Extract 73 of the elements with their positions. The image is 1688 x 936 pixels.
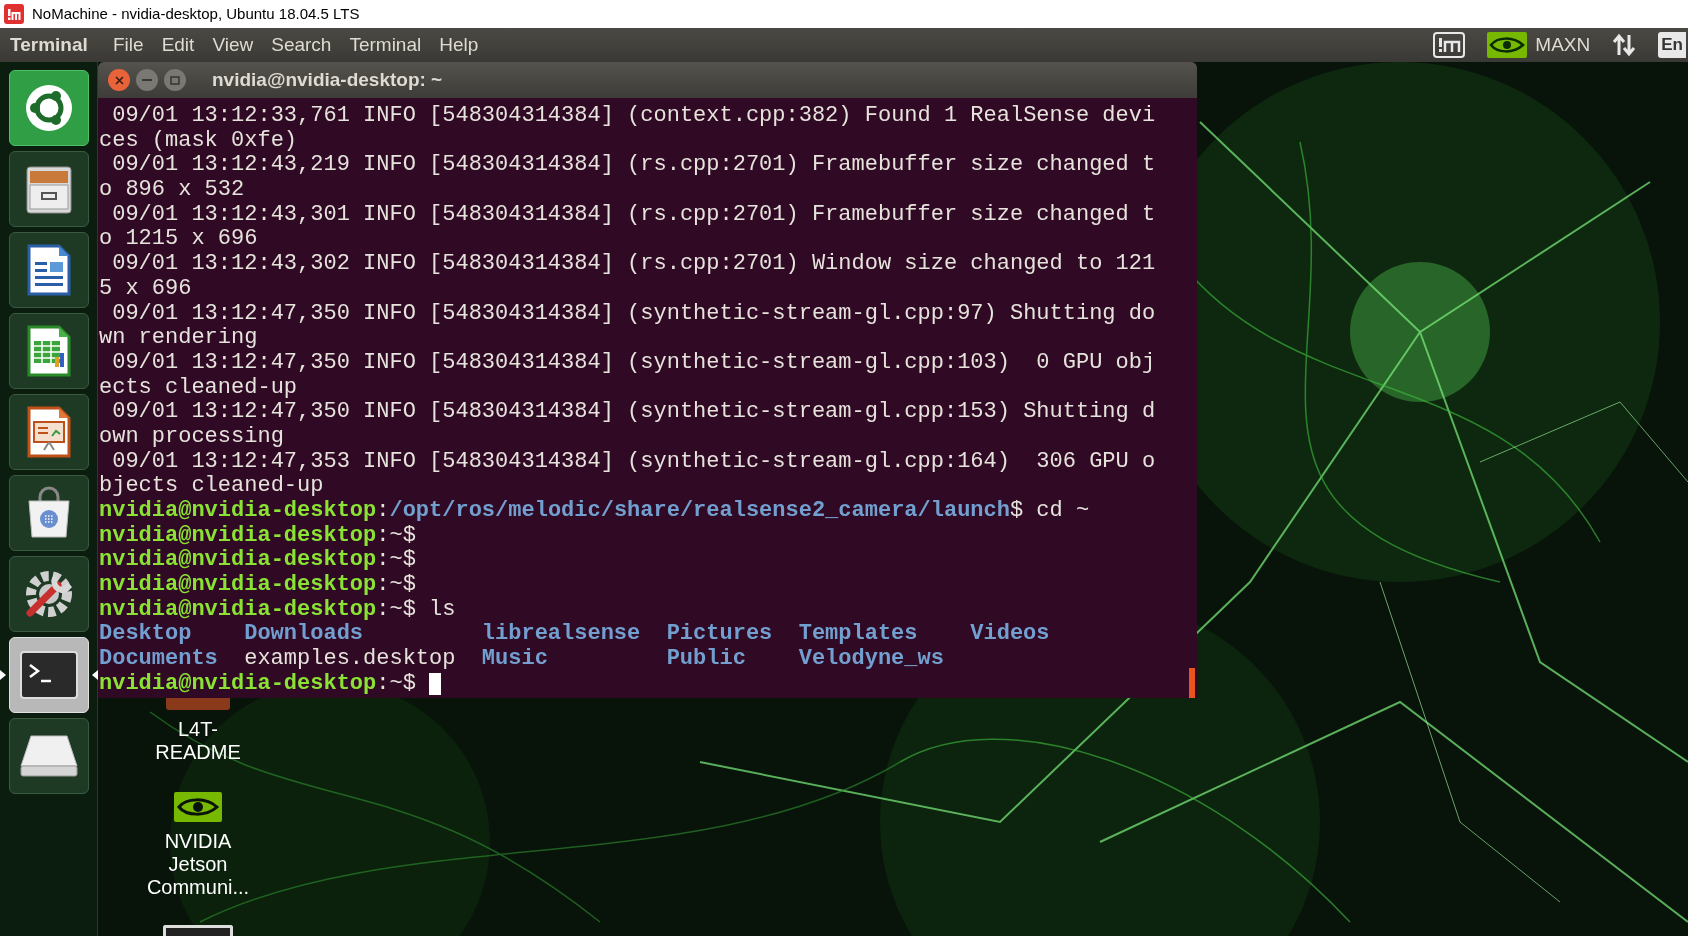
menu-item[interactable]: File	[104, 30, 153, 60]
menu-item[interactable]: Search	[262, 30, 341, 60]
window-title: NoMachine - nvidia-desktop, Ubuntu 18.04.5 LTS	[32, 3, 360, 24]
terminal-line: ects cleaned-up	[99, 375, 299, 401]
desktop-icon-label[interactable]: L4T-README	[143, 718, 253, 764]
terminal-line: o 896 x 532	[99, 178, 246, 203]
terminal-line: ces (mask 0xfe)	[99, 128, 299, 154]
file-name: Music	[481, 647, 548, 672]
file-name: Templates	[798, 622, 918, 648]
terminal-line: 09/01 13:12:47,350 INFO [548304314384] (synthetic-stream-gl.cpp:103) 0 GPU obj	[111, 350, 1157, 376]
terminal-line: 09/01 13:12:43,219 INFO [548304314384] (rs.cpp:2701) Framebuffer size changed t	[111, 153, 1157, 179]
terminal-line: nvidia@nvidia-desktop:~$	[99, 671, 416, 697]
document-icon	[166, 698, 230, 710]
launcher-item[interactable]	[8, 475, 89, 551]
monitor-icon	[1433, 32, 1466, 58]
eye-logo-icon	[174, 792, 222, 822]
app-logo-icon	[4, 4, 24, 24]
launcher-item[interactable]	[8, 313, 89, 389]
launcher-item[interactable]	[8, 394, 89, 470]
menu-item[interactable]: Edit	[152, 30, 204, 60]
launcher-item[interactable]	[8, 556, 89, 632]
close-button[interactable]	[108, 69, 130, 91]
terminal-line: nvidia@nvidia-desktop:~$ ls	[99, 597, 456, 623]
minimize-icon	[142, 79, 152, 81]
terminal-line: o 1215 x 696	[99, 227, 259, 253]
terminal-line: 09/01 13:12:43,302 INFO [548304314384] (rs.cpp:2701) Window size changed to 121	[111, 252, 1157, 277]
terminal-line: nvidia@nvidia-desktop:~$	[99, 573, 416, 598]
menu-item[interactable]: Terminal	[340, 30, 431, 60]
file-name: Public	[666, 647, 746, 672]
scrollbar-thumb[interactable]	[1189, 668, 1195, 698]
terminal-line: 5 x 696	[99, 276, 193, 302]
indicator-button[interactable]	[1433, 32, 1466, 58]
terminal-line: nvidia@nvidia-desktop:~$	[99, 523, 416, 549]
power-mode-indicator[interactable]: MAXN	[1487, 30, 1591, 60]
terminal-line: own processing	[99, 424, 285, 450]
file-name: Velodyne_ws	[798, 647, 944, 672]
terminal-title: nvidia@nvidia-desktop: ~	[212, 67, 443, 92]
app-name: Terminal	[10, 32, 89, 57]
file-name: Documents	[99, 647, 218, 672]
terminal-line: 09/01 13:12:43,301 INFO [548304314384] (rs.cpp:2701) Framebuffer size changed t	[111, 202, 1157, 228]
up-down-arrows-icon	[1612, 33, 1637, 57]
file-name: examples.desktop	[244, 647, 456, 672]
desktop-icon-label[interactable]: NVIDIA Jetson Communi...	[143, 830, 253, 899]
network-button[interactable]	[1612, 33, 1637, 57]
terminal-line: 09/01 13:12:47,353 INFO [548304314384] (synthetic-stream-gl.cpp:164) 306 GPU o	[111, 449, 1157, 475]
file-name: Videos	[970, 622, 1050, 648]
minimize-button[interactable]	[136, 69, 158, 91]
file-name: Desktop	[99, 622, 192, 648]
eye-logo-icon	[1487, 32, 1528, 58]
menu-item[interactable]: View	[203, 30, 263, 60]
terminal-line: nvidia@nvidia-desktop:~$	[99, 548, 416, 574]
maximize-icon	[170, 75, 180, 85]
monitor-icon	[163, 925, 233, 936]
keyboard-layout-button[interactable]: En	[1658, 32, 1686, 58]
file-name: librealsense	[481, 622, 641, 648]
launcher-item[interactable]	[8, 718, 89, 794]
file-name: Pictures	[666, 622, 773, 648]
drive-icon	[18, 734, 79, 778]
menu-item[interactable]: Help	[430, 30, 488, 60]
launcher-item[interactable]	[8, 232, 89, 308]
launcher-item[interactable]	[8, 151, 89, 227]
terminal-line: nvidia@nvidia-desktop:/opt/ros/melodic/share/realsense2_camera/launch$ cd ~	[99, 499, 1090, 524]
ubuntu-logo-icon	[23, 83, 74, 133]
terminal-line: 09/01 13:12:47,350 INFO [548304314384] (synthetic-stream-gl.cpp:97) Shutting do	[111, 301, 1157, 327]
terminal-line: wn rendering	[99, 326, 259, 351]
terminal-line: bjects cleaned-up	[99, 474, 325, 499]
terminal-line: 09/01 13:12:47,350 INFO [548304314384] (synthetic-stream-gl.cpp:153) Shutting d	[111, 400, 1157, 425]
close-icon	[114, 75, 124, 85]
file-name: Downloads	[244, 622, 364, 648]
active-marker	[0, 670, 6, 680]
terminal-line: 09/01 13:12:33,761 INFO [548304314384] (context.cpp:382) Found 1 RealSense devi	[111, 104, 1157, 129]
launcher-item[interactable]	[8, 70, 89, 146]
terminal-icon	[19, 651, 78, 699]
